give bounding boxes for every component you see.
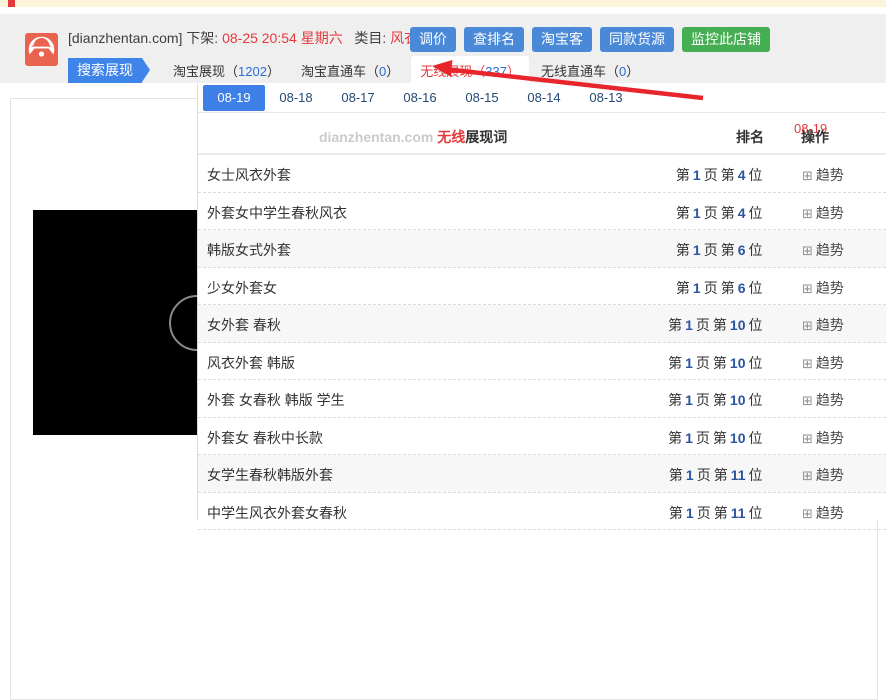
tab-label: 淘宝展现 bbox=[173, 64, 226, 79]
table-row: 女学生春秋韩版外套 第 1 页第 11 位 ⊞ 趋势 bbox=[198, 455, 886, 493]
trend-link[interactable]: ⊞ 趋势 bbox=[802, 203, 844, 223]
date-tab-0816[interactable]: 08-16 bbox=[389, 85, 451, 111]
trend-link[interactable]: ⊞ 趋势 bbox=[802, 428, 844, 448]
keyword-cell: 外套女中学生春秋风衣 bbox=[207, 204, 347, 221]
rank-cell: 第 1 页第 10 位 bbox=[668, 429, 763, 446]
tab-taobao-display[interactable]: 淘宝展现（1202） bbox=[164, 56, 289, 85]
keyword-cell: 外套 女春秋 韩版 学生 bbox=[207, 392, 345, 408]
trend-expand-icon: ⊞ bbox=[802, 168, 813, 183]
trend-expand-icon: ⊞ bbox=[802, 430, 813, 446]
rank-cell: 第1页第4位 bbox=[675, 167, 763, 183]
trend-expand-icon: ⊞ bbox=[802, 318, 813, 333]
brand-watermark: dianzhentan.com bbox=[319, 129, 434, 145]
same-source-button[interactable]: 同款货源 bbox=[600, 27, 674, 52]
rank-cell: 第 1 页第 11 位 bbox=[668, 467, 763, 483]
tab-count: 1202 bbox=[238, 64, 267, 79]
rank-cell: 第1页第6位 bbox=[675, 242, 763, 258]
date-tab-0813[interactable]: 08-13 bbox=[575, 85, 637, 111]
keyword-cell: 外套女 春秋中长款 bbox=[207, 429, 323, 446]
table-row: 女外套 春秋 第 1 页第 10 位 ⊞ 趋势 bbox=[198, 305, 886, 343]
product-video-player[interactable] bbox=[33, 210, 225, 435]
tab-label: 无线展现 bbox=[420, 64, 473, 79]
shop-avatar[interactable] bbox=[25, 33, 58, 66]
keyword-cell: 女外套 春秋 bbox=[207, 317, 281, 333]
adjust-price-button[interactable]: 调价 bbox=[410, 27, 456, 52]
table-row: 风衣外套 韩版 第 1 页第 10 位 ⊞ 趋势 bbox=[198, 343, 886, 380]
date-tab-0818[interactable]: 08-18 bbox=[265, 85, 327, 111]
rank-column-header: 排名 bbox=[736, 129, 764, 145]
rank-cell: 第1页第4位 bbox=[675, 204, 763, 221]
offshelf-label: 下架: bbox=[186, 30, 219, 46]
tab-wireless-ztc[interactable]: 无线直通车（0） bbox=[532, 56, 648, 85]
table-row: 少女外套女 第1页第6位 ⊞ 趋势 bbox=[198, 268, 886, 305]
trend-expand-icon: ⊞ bbox=[802, 505, 813, 521]
rank-cell: 第 1 页第 10 位 bbox=[668, 354, 763, 371]
trend-link[interactable]: ⊞ 趋势 bbox=[802, 278, 844, 298]
trend-expand-icon: ⊞ bbox=[802, 243, 813, 258]
table-header: dianzhentan.com 无线展现词 排名 08-19 操作 bbox=[198, 113, 886, 155]
shop-info-line: [dianzhentan.com] 下架: 08-25 20:54 星期六 类目… bbox=[68, 28, 418, 48]
notice-strip bbox=[0, 0, 886, 7]
category-label: 类目: bbox=[354, 30, 387, 46]
table-row: 外套女中学生春秋风衣 第1页第4位 ⊞ 趋势 bbox=[198, 193, 886, 230]
action-column-header: 操作 bbox=[801, 129, 829, 145]
table-title: dianzhentan.com 无线展现词 bbox=[319, 129, 508, 145]
table-row: 外套 女春秋 韩版 学生 第 1 页第 10 位 ⊞ 趋势 bbox=[198, 380, 886, 418]
rank-cell: 第 1 页第 10 位 bbox=[668, 392, 763, 408]
table-row: 外套女 春秋中长款 第 1 页第 10 位 ⊞ 趋势 bbox=[198, 418, 886, 455]
view-tabs: 搜索展现 淘宝展现（1202） 淘宝直通车（0） 无线展现（337） 无线直通车… bbox=[68, 56, 651, 85]
tab-label: 无线直通车 bbox=[541, 64, 607, 79]
date-tabs: 08-19 08-18 08-17 08-16 08-15 08-14 08-1… bbox=[198, 84, 886, 113]
trend-expand-icon: ⊞ bbox=[802, 355, 813, 371]
keyword-cell: 风衣外套 韩版 bbox=[207, 354, 295, 371]
keyword-cell: 少女外套女 bbox=[207, 279, 277, 296]
trend-expand-icon: ⊞ bbox=[802, 393, 813, 408]
keyword-cell: 女学生春秋韩版外套 bbox=[207, 467, 333, 483]
trend-link[interactable]: ⊞ 趋势 bbox=[802, 240, 844, 260]
date-tab-0814[interactable]: 08-14 bbox=[513, 85, 575, 111]
trend-expand-icon: ⊞ bbox=[802, 205, 813, 221]
trend-link[interactable]: ⊞ 趋势 bbox=[802, 353, 844, 373]
shop-domain: [dianzhentan.com] bbox=[68, 30, 183, 46]
notice-red-chip bbox=[8, 0, 15, 7]
check-rank-button[interactable]: 查排名 bbox=[464, 27, 524, 52]
tab-taobao-ztc[interactable]: 淘宝直通车（0） bbox=[292, 56, 408, 85]
table-row: 中学生风衣外套女春秋 第 1 页第 11 位 ⊞ 趋势 bbox=[198, 493, 886, 530]
tab-count: 337 bbox=[485, 64, 507, 79]
keyword-cell: 女士风衣外套 bbox=[207, 167, 291, 183]
rank-cell: 第 1 页第 10 位 bbox=[668, 317, 763, 333]
trend-link[interactable]: ⊞ 趋势 bbox=[802, 390, 844, 410]
date-tab-0815[interactable]: 08-15 bbox=[451, 85, 513, 111]
taobaoke-button[interactable]: 淘宝客 bbox=[532, 27, 592, 52]
table-row: 韩版女式外套 第1页第6位 ⊞ 趋势 bbox=[198, 230, 886, 268]
shop-header-bar: [dianzhentan.com] 下架: 08-25 20:54 星期六 类目… bbox=[0, 14, 886, 85]
header-actions: 调价 查排名 淘宝客 同款货源 监控此店铺 bbox=[410, 27, 770, 52]
tab-label: 淘宝直通车 bbox=[300, 64, 366, 79]
tab-search-display[interactable]: 搜索展现 bbox=[68, 58, 150, 83]
detective-icon bbox=[25, 33, 58, 66]
date-tab-0817[interactable]: 08-17 bbox=[327, 85, 389, 111]
trend-expand-icon: ⊞ bbox=[802, 468, 813, 483]
offshelf-time: 08-25 20:54 星期六 bbox=[222, 30, 343, 46]
rank-cell: 第1页第6位 bbox=[675, 279, 763, 296]
table-row: 女士风衣外套 第1页第4位 ⊞ 趋势 bbox=[198, 155, 886, 193]
trend-link[interactable]: ⊞ 趋势 bbox=[802, 315, 844, 335]
trend-expand-icon: ⊞ bbox=[802, 280, 813, 296]
keyword-table: 女士风衣外套 第1页第4位 ⊞ 趋势 外套女中学生春秋风衣 第1页第4位 ⊞ 趋势 … bbox=[198, 155, 886, 530]
monitor-shop-button[interactable]: 监控此店铺 bbox=[682, 27, 770, 52]
date-tab-0819[interactable]: 08-19 bbox=[203, 85, 265, 111]
trend-link[interactable]: ⊞ 趋势 bbox=[802, 465, 844, 485]
keyword-cell: 韩版女式外套 bbox=[207, 242, 291, 258]
tab-wireless-display[interactable]: 无线展现（337） bbox=[411, 56, 529, 85]
trend-link[interactable]: ⊞ 趋势 bbox=[802, 165, 844, 185]
keyword-rank-popup: 08-19 08-18 08-17 08-16 08-15 08-14 08-1… bbox=[197, 84, 886, 530]
